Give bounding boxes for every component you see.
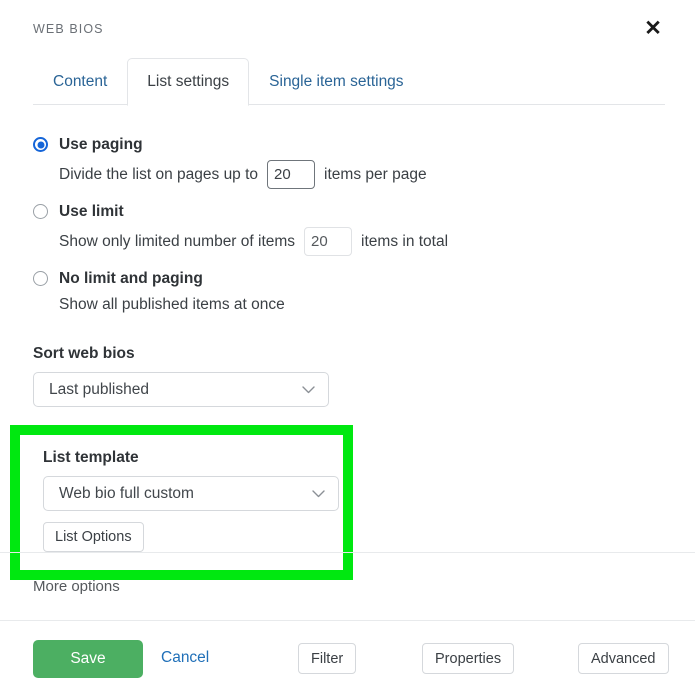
- radio-row-use-paging: Use paging Divide the list on pages up t…: [33, 133, 662, 198]
- radio-label-use-limit[interactable]: Use limit: [59, 200, 662, 223]
- dialog-header: WEB BIOS ✕: [0, 0, 695, 58]
- radio-desc-use-limit: Show only limited number of items items …: [59, 227, 662, 256]
- items-in-total-input[interactable]: [304, 227, 352, 256]
- dialog-body: Use paging Divide the list on pages up t…: [0, 105, 695, 580]
- sort-label: Sort web bios: [33, 345, 662, 363]
- radio-label-use-paging[interactable]: Use paging: [59, 133, 662, 156]
- radio-use-limit[interactable]: [33, 204, 48, 219]
- radio-row-no-limit-and-paging: No limit and paging Show all published i…: [33, 267, 662, 325]
- sort-select[interactable]: Last published: [33, 372, 329, 407]
- tab-single-item-settings[interactable]: Single item settings: [249, 58, 423, 105]
- radio-desc-use-paging: Divide the list on pages up to items per…: [59, 160, 662, 189]
- paging-desc-after: items per page: [324, 164, 427, 186]
- more-options-toggle[interactable]: More options: [33, 578, 120, 595]
- filter-button[interactable]: Filter: [298, 643, 356, 674]
- limit-desc-before: Show only limited number of items: [59, 231, 295, 253]
- radio-no-limit-and-paging[interactable]: [33, 271, 48, 286]
- paging-radio-group: Use paging Divide the list on pages up t…: [33, 133, 662, 325]
- list-template-highlight: List template Web bio full custom List O…: [10, 425, 353, 580]
- page-title: WEB BIOS: [33, 22, 104, 36]
- radio-desc-no-limit-and-paging: Show all published items at once: [59, 294, 662, 316]
- radio-row-use-limit: Use limit Show only limited number of it…: [33, 200, 662, 265]
- dialog-footer: Save Cancel Filter Properties Advanced: [0, 621, 695, 700]
- sort-select-wrapper: Last published: [33, 372, 329, 407]
- footer-divider-top: [0, 552, 695, 553]
- cancel-button[interactable]: Cancel: [161, 649, 209, 667]
- limit-desc-after: items in total: [361, 231, 448, 253]
- tab-bar: Content List settings Single item settin…: [33, 58, 665, 105]
- list-template-select[interactable]: Web bio full custom: [43, 476, 339, 511]
- list-template-label: List template: [43, 449, 343, 467]
- list-template-select-wrapper: Web bio full custom: [43, 476, 339, 511]
- advanced-button[interactable]: Advanced: [578, 643, 669, 674]
- list-options-button[interactable]: List Options: [43, 522, 144, 552]
- properties-button[interactable]: Properties: [422, 643, 514, 674]
- close-icon[interactable]: ✕: [639, 14, 667, 42]
- no-limit-desc: Show all published items at once: [59, 294, 285, 316]
- paging-desc-before: Divide the list on pages up to: [59, 164, 258, 186]
- tab-list-settings[interactable]: List settings: [127, 58, 249, 106]
- radio-use-paging[interactable]: [33, 137, 48, 152]
- radio-label-no-limit-and-paging[interactable]: No limit and paging: [59, 267, 662, 290]
- tab-content[interactable]: Content: [33, 58, 127, 105]
- save-button[interactable]: Save: [33, 640, 143, 678]
- items-per-page-input[interactable]: [267, 160, 315, 189]
